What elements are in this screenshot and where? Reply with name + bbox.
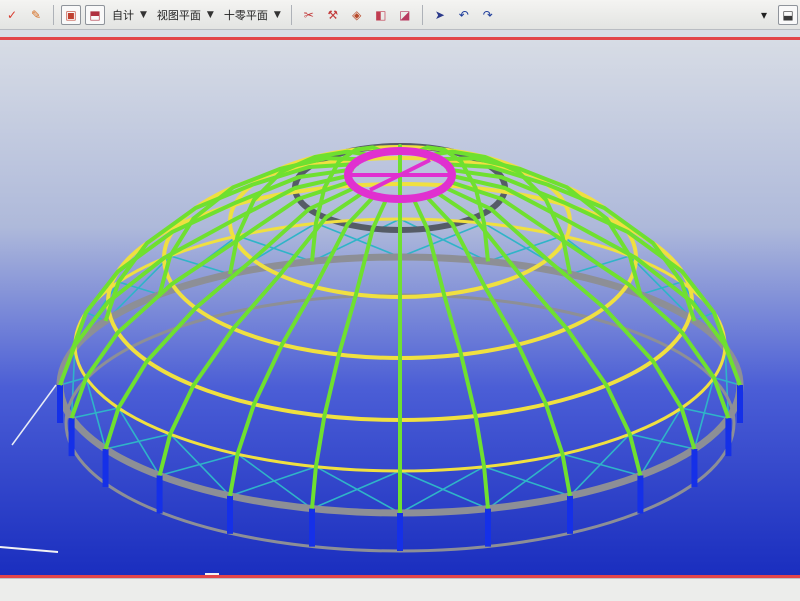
toolbar-separator [53, 4, 54, 25]
expand-icon[interactable]: ⬓ [778, 4, 798, 25]
cube-select-icon[interactable]: ◈ [347, 5, 367, 25]
pencil-icon[interactable]: ✎ [26, 5, 46, 25]
plane-select[interactable]: 十零平面 ▼ [222, 6, 283, 24]
chevron-down-icon: ▼ [140, 9, 147, 20]
model-viewport[interactable] [0, 40, 800, 575]
palette-icon[interactable]: ◪ [395, 5, 415, 25]
cut-member-icon[interactable]: ⚒ [323, 5, 343, 25]
toolbar-separator [421, 4, 423, 25]
projection-value: 视图平面 [156, 8, 201, 22]
toolbar-separator [290, 4, 292, 25]
dome-frame-model[interactable] [0, 40, 800, 575]
check-icon[interactable]: ✓ [2, 5, 22, 25]
scissors-icon[interactable]: ✂ [299, 5, 319, 25]
redo-icon[interactable]: ↷ [478, 5, 498, 25]
chevron-down-icon: ▼ [206, 9, 214, 20]
main-toolbar: ✓ ✎ ▣ ⬒ 自计 ▼ 视图平面 ▼ 十零平面 ▼ ✂ ⚒ ◈ ◧ ◪ ➤ ↶… [0, 0, 800, 30]
plane-value: 十零平面 [223, 8, 268, 22]
cube-edit-icon[interactable]: ◧ [371, 5, 391, 25]
chevron-down-icon: ▼ [273, 9, 281, 20]
projection-select[interactable]: 视图平面 ▼ [155, 6, 216, 24]
undo-icon[interactable]: ↶ [454, 5, 474, 25]
cursor-icon[interactable]: ➤ [430, 5, 450, 25]
view-mode-select[interactable]: 自计 ▼ [110, 6, 149, 24]
layer-icon[interactable]: ▣ [61, 4, 81, 25]
view-mode-value: 自计 [112, 8, 134, 22]
status-bar [0, 578, 800, 601]
pin-icon[interactable]: ⬒ [85, 4, 105, 25]
dropdown-icon[interactable]: ▾ [754, 5, 774, 25]
